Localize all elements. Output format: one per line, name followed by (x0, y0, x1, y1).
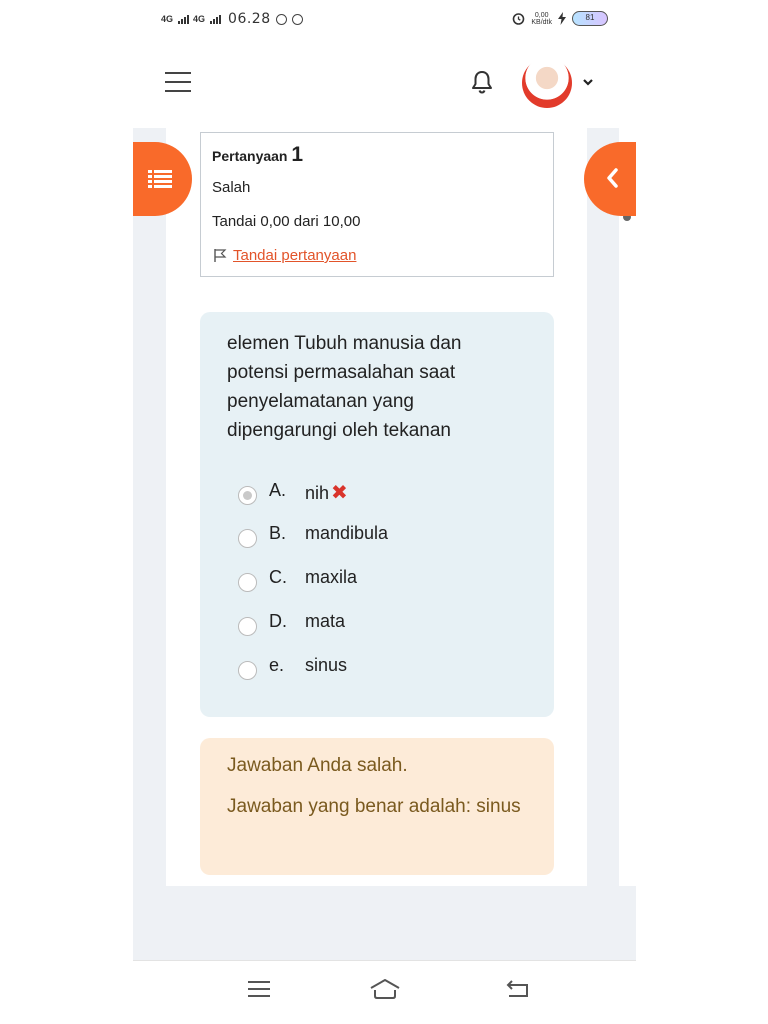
question-number: Pertanyaan 1 (212, 143, 303, 167)
answer-option-a[interactable]: A. nih ✖ (238, 480, 348, 505)
answer-option-c[interactable]: C. maxila (238, 567, 357, 592)
network-type-2: 4G (193, 13, 206, 24)
question-label: Pertanyaan (212, 148, 288, 164)
option-letter: B. (269, 523, 287, 543)
answer-option-b[interactable]: B. mandibula (238, 523, 388, 548)
top-navbar (133, 38, 636, 128)
incorrect-icon: ✖ (331, 482, 348, 504)
question-state: Salah (212, 179, 251, 196)
feedback-correct-answer: Jawaban yang benar adalah: sinus (227, 796, 521, 817)
option-letter: e. (269, 655, 285, 675)
battery-indicator: 81 (572, 11, 608, 26)
question-info-box: Pertanyaan 1 Salah Tandai 0,00 dari 10,0… (200, 132, 554, 277)
option-letter: A. (269, 480, 287, 500)
net-speed: 0,00 KB/dtk (531, 12, 552, 26)
answer-option-d[interactable]: D. mata (238, 611, 345, 636)
network-type-1: 4G (161, 13, 174, 24)
option-label: sinus (305, 655, 348, 675)
answer-option-e[interactable]: e. sinus (238, 655, 347, 680)
radio-button[interactable] (238, 616, 257, 636)
charging-icon (558, 12, 566, 25)
feedback-box: Jawaban Anda salah. Jawaban yang benar a… (200, 738, 554, 875)
flag-icon (214, 249, 227, 262)
hamburger-icon[interactable] (165, 72, 191, 92)
clock: 06.28 (228, 11, 271, 27)
option-text: nih (305, 483, 330, 503)
option-letter: C. (269, 567, 287, 587)
list-icon (148, 170, 172, 188)
alarm-icon (513, 13, 525, 25)
net-speed-value: 0,00 (534, 11, 549, 19)
option-letter: D. (269, 611, 287, 631)
question-text: elemen Tubuh manusia dan potensi permasa… (227, 333, 462, 441)
option-label: nih ✖ (305, 480, 348, 505)
status-bar: 4G 4G 06.28 0,00 KB/dtk 81 (133, 0, 636, 38)
signal-icon (178, 14, 190, 24)
option-label: maxila (305, 567, 358, 587)
bell-icon[interactable] (471, 70, 493, 94)
system-navigation-bar (133, 960, 636, 1024)
chrome-icon (291, 13, 303, 25)
status-bar-right: 0,00 KB/dtk 81 (512, 11, 608, 26)
chevron-down-icon[interactable] (582, 76, 594, 88)
signal-icon (210, 14, 222, 24)
question-box: elemen Tubuh manusia dan potensi permasa… (200, 312, 554, 717)
side-panel (619, 128, 636, 886)
question-grade: Tandai 0,00 dari 10,00 (212, 213, 361, 230)
radio-button[interactable] (238, 572, 257, 592)
whatsapp-icon (275, 13, 287, 25)
avatar[interactable] (522, 58, 572, 108)
feedback-result: Jawaban Anda salah. (227, 755, 408, 776)
status-bar-left: 4G 4G 06.28 (161, 11, 303, 27)
option-label: mata (305, 611, 346, 631)
chevron-left-icon (607, 168, 618, 188)
home-icon[interactable] (368, 976, 402, 1002)
option-label: mandibula (305, 523, 389, 543)
flag-question[interactable]: Tandai pertanyaan (213, 247, 356, 264)
flag-question-link[interactable]: Tandai pertanyaan (233, 247, 356, 264)
question-number-value: 1 (291, 143, 304, 166)
net-speed-unit: KB/dtk (531, 18, 552, 26)
radio-button[interactable] (238, 528, 257, 548)
recent-apps-icon[interactable] (244, 976, 274, 1002)
radio-button[interactable] (238, 660, 257, 680)
phone-screen: 4G 4G 06.28 0,00 KB/dtk 81 Pertanyaan 1 … (133, 0, 636, 1024)
radio-button[interactable] (238, 485, 257, 505)
back-icon[interactable] (503, 976, 533, 1002)
